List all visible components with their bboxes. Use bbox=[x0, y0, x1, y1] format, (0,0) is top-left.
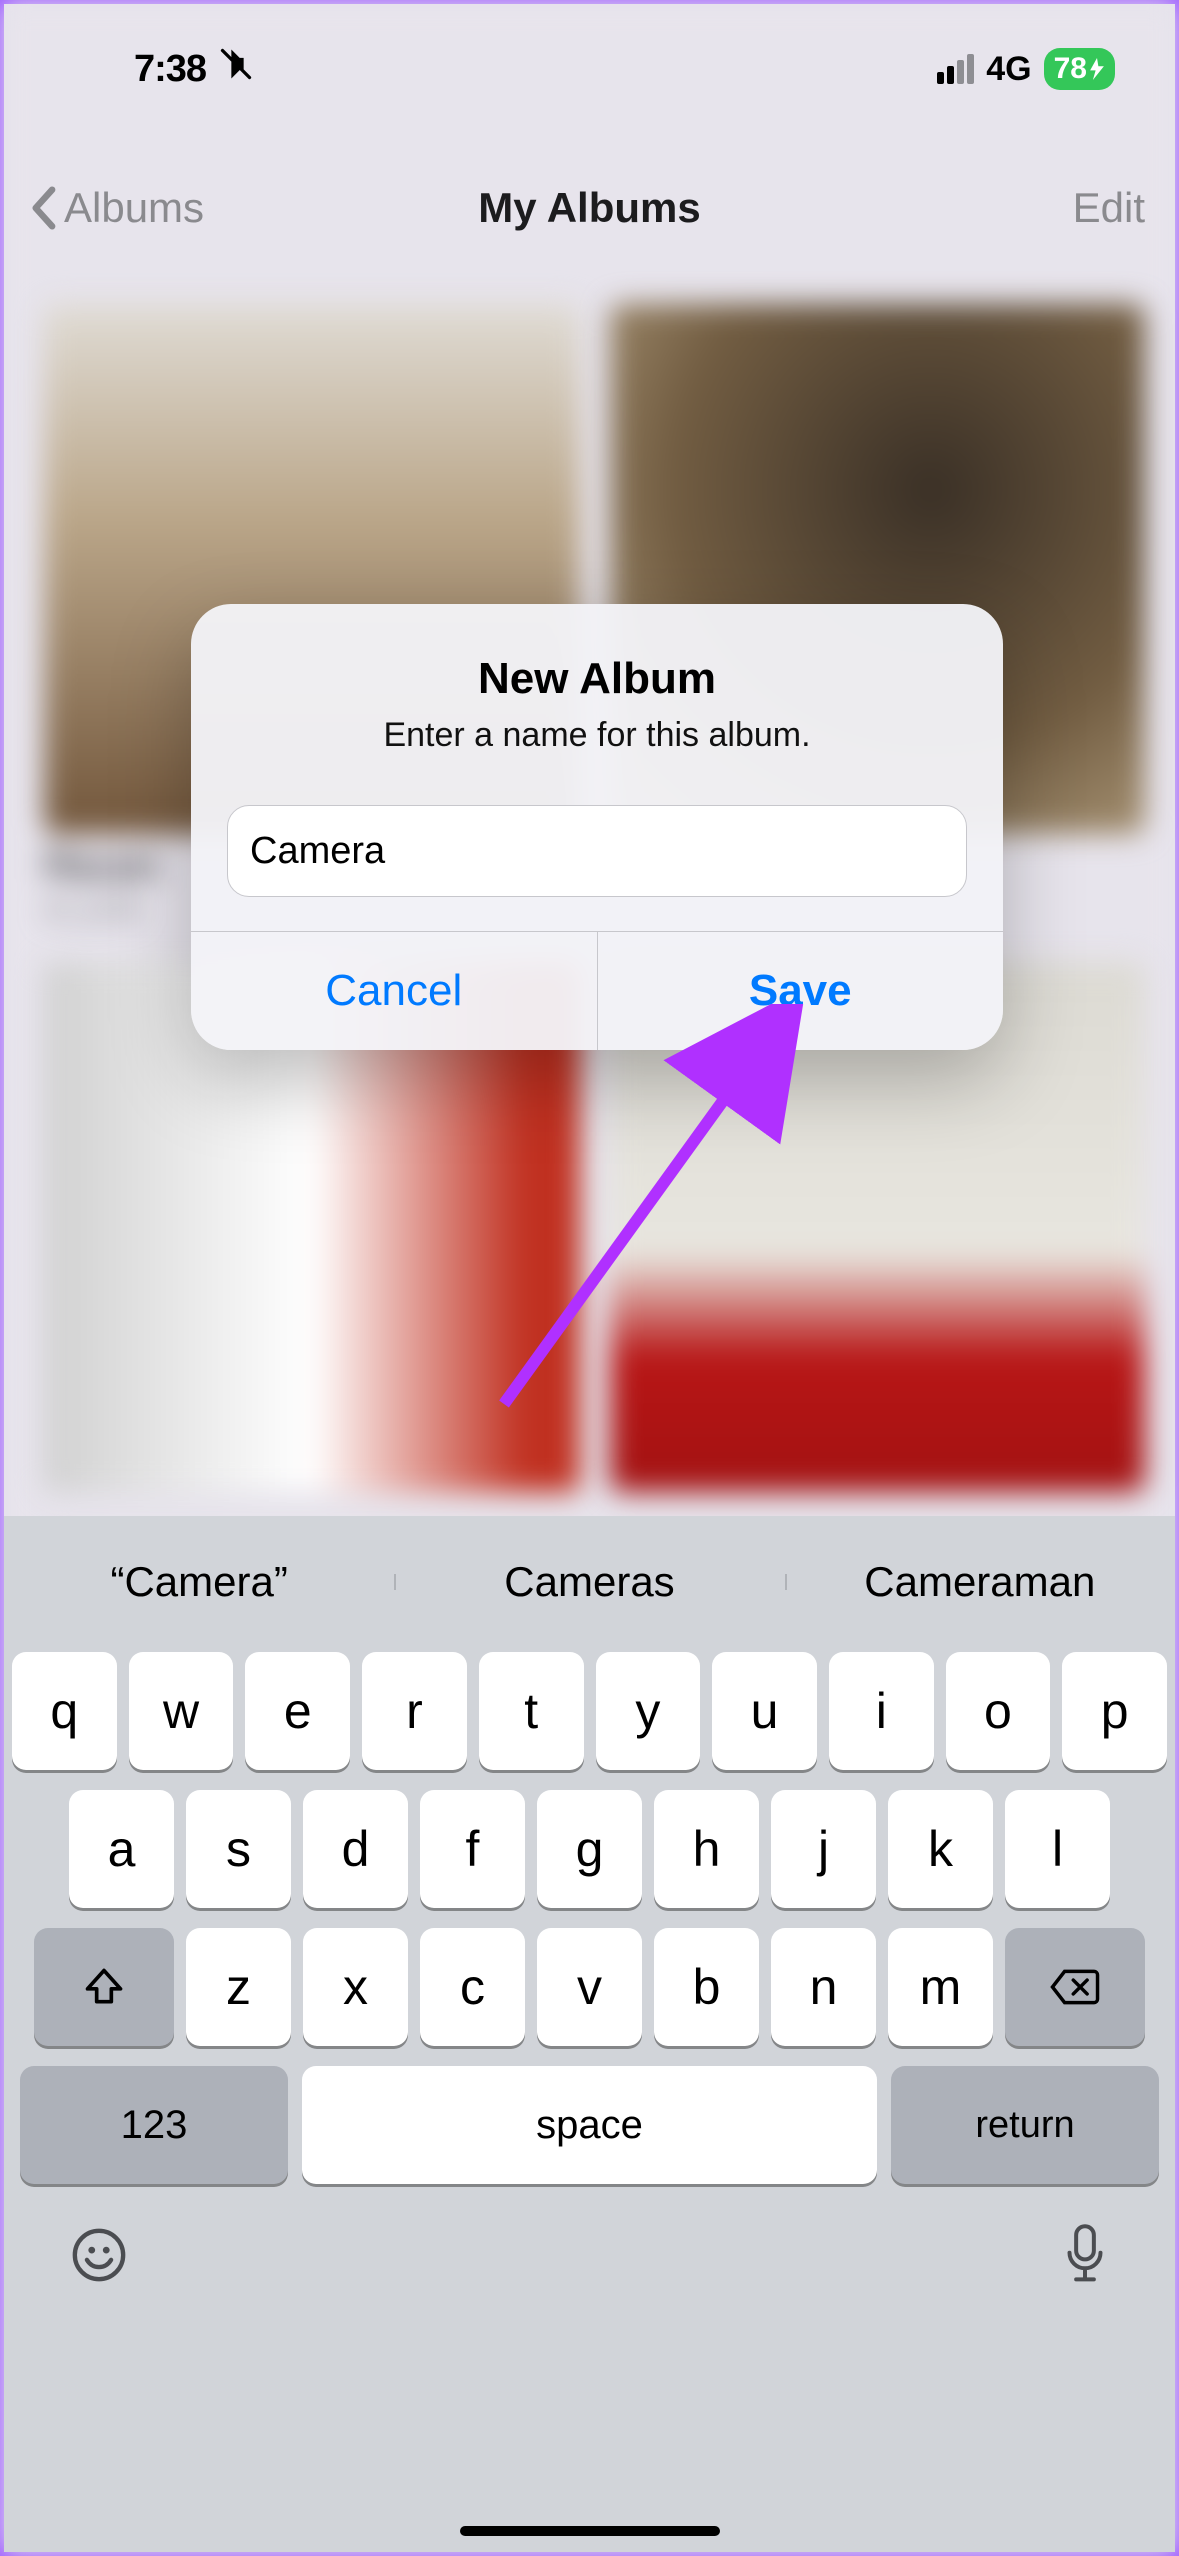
key-e[interactable]: e bbox=[245, 1652, 350, 1770]
battery-indicator: 78 bbox=[1044, 48, 1115, 90]
dialog-title: New Album bbox=[231, 654, 963, 704]
key-o[interactable]: o bbox=[946, 1652, 1051, 1770]
key-u[interactable]: u bbox=[712, 1652, 817, 1770]
key-s[interactable]: s bbox=[186, 1790, 291, 1908]
key-f[interactable]: f bbox=[420, 1790, 525, 1908]
edit-button[interactable]: Edit bbox=[1073, 184, 1145, 232]
key-w[interactable]: w bbox=[129, 1652, 234, 1770]
key-i[interactable]: i bbox=[829, 1652, 934, 1770]
suggestion-item[interactable]: Cameras bbox=[394, 1558, 784, 1606]
page-title: My Albums bbox=[478, 184, 700, 232]
key-m[interactable]: m bbox=[888, 1928, 993, 2046]
network-label: 4G bbox=[986, 50, 1031, 89]
dictation-key[interactable] bbox=[1061, 2224, 1109, 2300]
key-x[interactable]: x bbox=[303, 1928, 408, 2046]
mic-icon bbox=[1061, 2224, 1109, 2286]
emoji-key[interactable] bbox=[70, 2226, 128, 2298]
suggestion-item[interactable]: Cameraman bbox=[785, 1558, 1175, 1606]
key-p[interactable]: p bbox=[1062, 1652, 1167, 1770]
key-y[interactable]: y bbox=[596, 1652, 701, 1770]
key-h[interactable]: h bbox=[654, 1790, 759, 1908]
key-n[interactable]: n bbox=[771, 1928, 876, 2046]
album-name-input[interactable] bbox=[227, 805, 967, 897]
key-z[interactable]: z bbox=[186, 1928, 291, 2046]
new-album-dialog: New Album Enter a name for this album. C… bbox=[191, 604, 1003, 1050]
key-t[interactable]: t bbox=[479, 1652, 584, 1770]
shift-icon bbox=[82, 1965, 126, 2009]
key-l[interactable]: l bbox=[1005, 1790, 1110, 1908]
suggestion-bar: “Camera” Cameras Cameraman bbox=[4, 1522, 1175, 1642]
key-d[interactable]: d bbox=[303, 1790, 408, 1908]
suggestion-item[interactable]: “Camera” bbox=[4, 1558, 394, 1606]
shift-key[interactable] bbox=[34, 1928, 174, 2046]
dialog-message: Enter a name for this album. bbox=[231, 716, 963, 755]
key-j[interactable]: j bbox=[771, 1790, 876, 1908]
backspace-icon bbox=[1049, 1967, 1101, 2007]
key-k[interactable]: k bbox=[888, 1790, 993, 1908]
return-key[interactable]: return bbox=[891, 2066, 1159, 2184]
key-a[interactable]: a bbox=[69, 1790, 174, 1908]
signal-icon bbox=[937, 54, 974, 84]
key-g[interactable]: g bbox=[537, 1790, 642, 1908]
back-button[interactable]: Albums bbox=[28, 184, 204, 232]
home-indicator[interactable] bbox=[460, 2526, 720, 2536]
status-bar: 7:38 4G 78 bbox=[4, 4, 1175, 114]
numbers-key[interactable]: 123 bbox=[20, 2066, 288, 2184]
emoji-icon bbox=[70, 2226, 128, 2284]
key-q[interactable]: q bbox=[12, 1652, 117, 1770]
status-time: 7:38 bbox=[134, 48, 206, 91]
ios-keyboard: “Camera” Cameras Cameraman qwertyuiop as… bbox=[4, 1516, 1175, 2552]
key-b[interactable]: b bbox=[654, 1928, 759, 2046]
backspace-key[interactable] bbox=[1005, 1928, 1145, 2046]
key-c[interactable]: c bbox=[420, 1928, 525, 2046]
space-key[interactable]: space bbox=[302, 2066, 877, 2184]
key-v[interactable]: v bbox=[537, 1928, 642, 2046]
annotation-arrow-icon bbox=[464, 1004, 804, 1424]
key-r[interactable]: r bbox=[362, 1652, 467, 1770]
back-label: Albums bbox=[64, 184, 204, 232]
nav-bar: Albums My Albums Edit bbox=[4, 184, 1175, 232]
mute-icon bbox=[218, 46, 254, 92]
chevron-left-icon bbox=[28, 186, 58, 230]
